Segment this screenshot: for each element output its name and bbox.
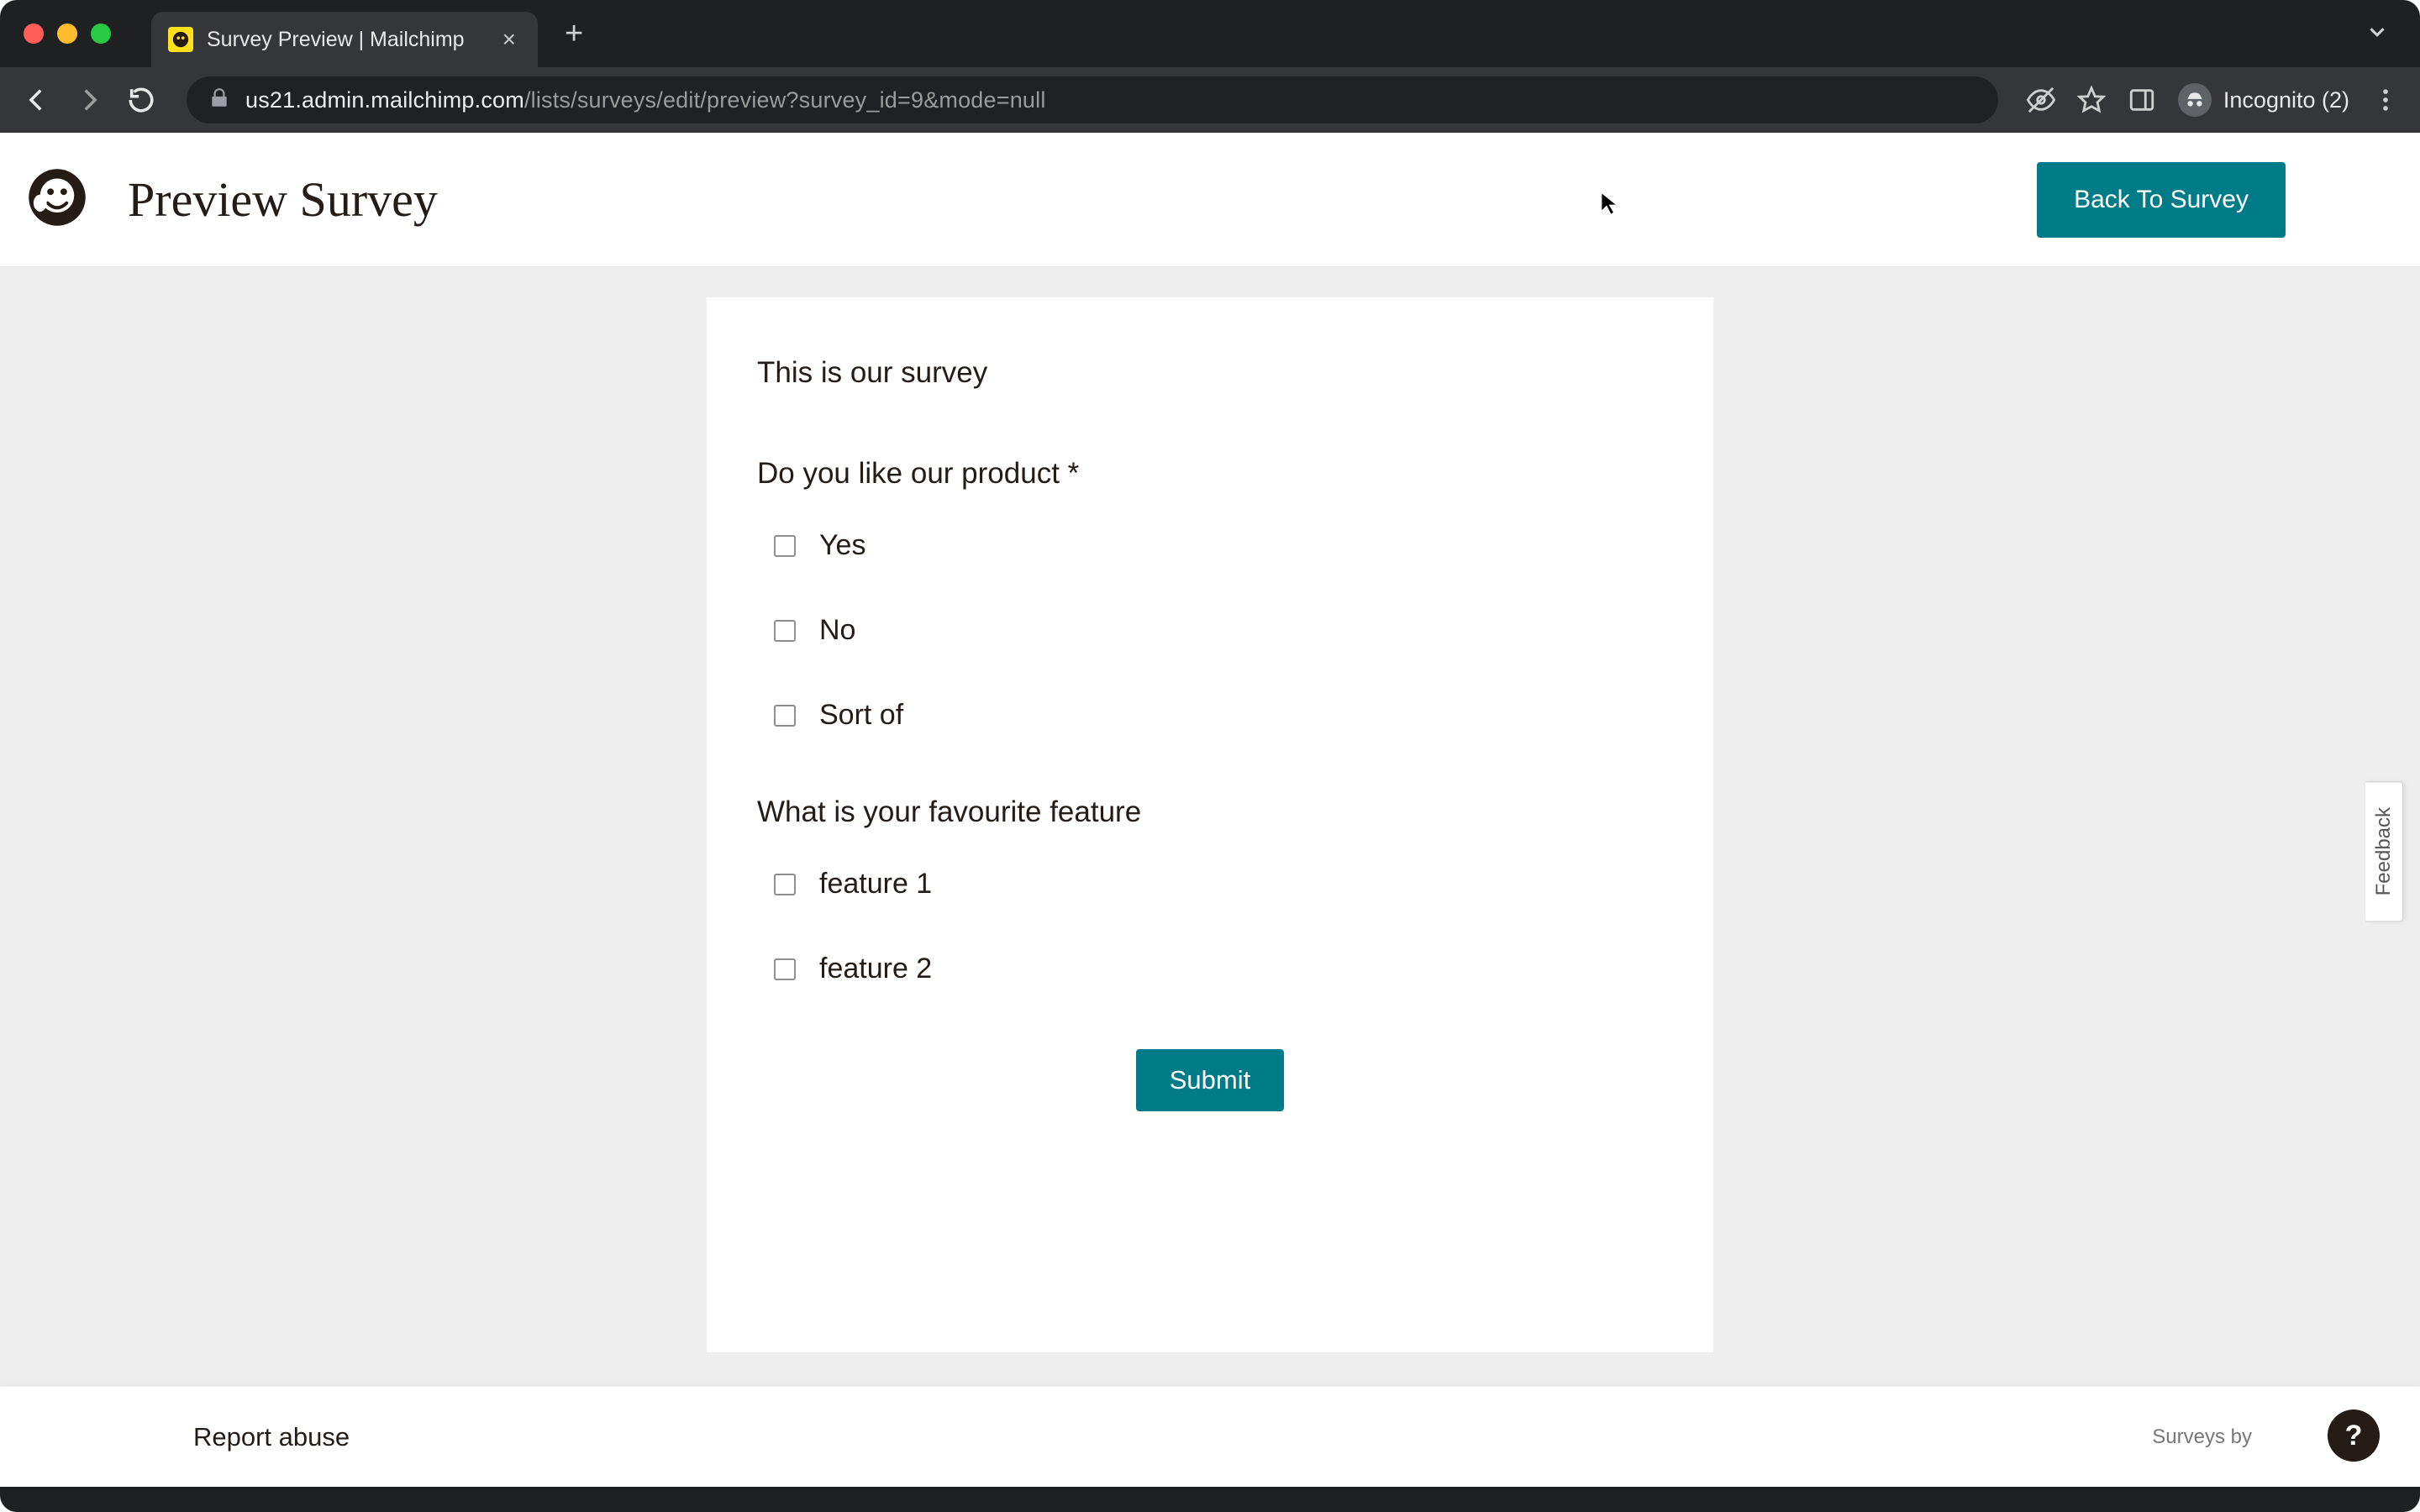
url-text: us21.admin.mailchimp.com/lists/surveys/e… <box>245 87 1046 113</box>
reload-button[interactable] <box>124 83 158 117</box>
feedback-tab[interactable]: Feedback <box>2365 781 2403 921</box>
survey-title: This is our survey <box>757 356 1663 390</box>
incognito-icon <box>2178 83 2212 117</box>
lock-icon <box>208 87 230 113</box>
help-fab-button[interactable]: ? <box>2328 1410 2380 1462</box>
address-bar[interactable]: us21.admin.mailchimp.com/lists/surveys/e… <box>187 76 1998 123</box>
toolbar-right-icons: Incognito (2) <box>2027 83 2400 117</box>
window-close-button[interactable] <box>24 24 44 44</box>
window-zoom-button[interactable] <box>91 24 111 44</box>
app-header: Preview Survey Back To Survey <box>0 133 2420 267</box>
survey-question: Do you like our product * Yes No Sort of <box>757 457 1663 745</box>
checkbox-icon[interactable] <box>774 874 796 895</box>
tab-strip: Survey Preview | Mailchimp × + <box>0 0 2420 67</box>
submit-button[interactable]: Submit <box>1136 1049 1284 1111</box>
option-row[interactable]: Yes <box>757 516 1663 575</box>
new-tab-button[interactable]: + <box>565 18 583 50</box>
panel-icon[interactable] <box>2128 86 2156 114</box>
back-to-survey-button[interactable]: Back To Survey <box>2037 162 2286 238</box>
option-label: feature 1 <box>819 868 932 900</box>
checkbox-icon[interactable] <box>774 958 796 980</box>
window-controls <box>24 24 111 44</box>
question-text: What is your favourite feature <box>757 795 1663 829</box>
surveys-by-label: Surveys by <box>2152 1425 2252 1449</box>
incognito-indicator[interactable]: Incognito (2) <box>2178 83 2349 117</box>
option-label: Yes <box>819 529 865 562</box>
browser-chrome: Survey Preview | Mailchimp × + us21.admi… <box>0 0 2420 133</box>
option-label: feature 2 <box>819 953 932 985</box>
kebab-menu-icon[interactable] <box>2371 86 2400 114</box>
url-host: us21.admin.mailchimp.com <box>245 87 524 113</box>
option-label: Sort of <box>819 699 903 732</box>
incognito-label: Incognito (2) <box>2223 87 2349 113</box>
survey-card: This is our survey Do you like our produ… <box>707 297 1713 1352</box>
checkbox-icon[interactable] <box>774 535 796 557</box>
question-text: Do you like our product * <box>757 457 1663 491</box>
report-abuse-link[interactable]: Report abuse <box>193 1422 350 1452</box>
browser-tab[interactable]: Survey Preview | Mailchimp × <box>151 12 538 67</box>
tabs-dropdown-button[interactable] <box>2365 19 2390 49</box>
main-content: This is our survey Do you like our produ… <box>0 267 2420 1386</box>
mailchimp-logo-icon <box>27 167 87 232</box>
checkbox-icon[interactable] <box>774 620 796 642</box>
option-label: No <box>819 614 855 647</box>
back-button[interactable] <box>20 83 54 117</box>
tab-close-button[interactable]: × <box>502 28 516 51</box>
eye-off-icon[interactable] <box>2027 86 2055 114</box>
url-path: /lists/surveys/edit/preview?survey_id=9&… <box>524 87 1046 113</box>
option-row[interactable]: No <box>757 601 1663 660</box>
checkbox-icon[interactable] <box>774 705 796 727</box>
survey-question: What is your favourite feature feature 1 f… <box>757 795 1663 999</box>
browser-toolbar: us21.admin.mailchimp.com/lists/surveys/e… <box>0 67 2420 133</box>
mailchimp-favicon-icon <box>168 27 193 52</box>
window-minimize-button[interactable] <box>57 24 77 44</box>
page-viewport: Preview Survey Back To Survey This is ou… <box>0 133 2420 1487</box>
bookmark-star-icon[interactable] <box>2077 86 2106 114</box>
page-title: Preview Survey <box>128 171 438 228</box>
forward-button[interactable] <box>72 83 106 117</box>
option-row[interactable]: feature 1 <box>757 854 1663 914</box>
footer: Report abuse Surveys by <box>0 1386 2420 1487</box>
option-row[interactable]: Sort of <box>757 685 1663 745</box>
window-bottom-edge <box>0 1487 2420 1512</box>
tab-title: Survey Preview | Mailchimp <box>207 28 489 52</box>
option-row[interactable]: feature 2 <box>757 939 1663 999</box>
